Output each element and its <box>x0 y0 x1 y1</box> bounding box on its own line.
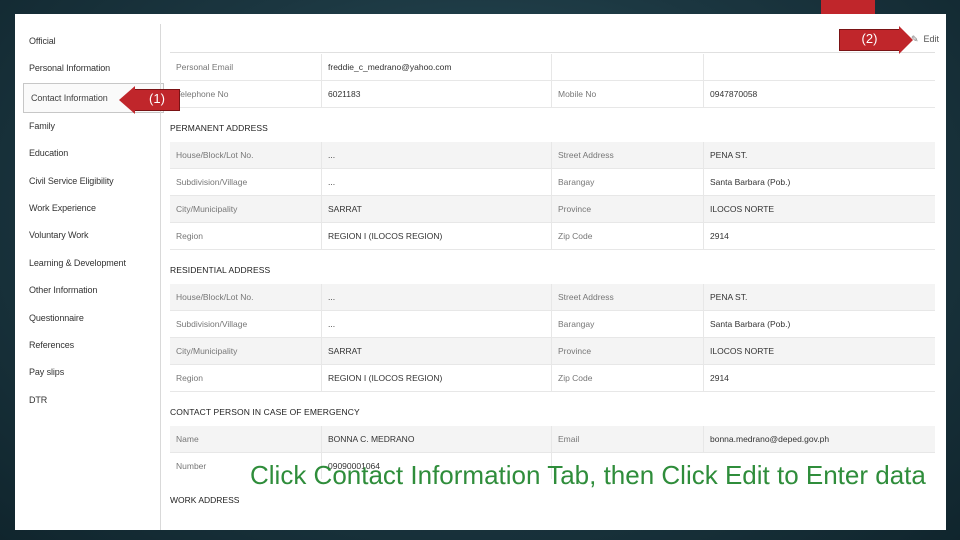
house-label: House/Block/Lot No. <box>170 142 322 168</box>
subdivision-value: ... <box>322 169 552 195</box>
mobile-value: 0947870058 <box>710 89 758 99</box>
sidebar-item-work-experience[interactable]: Work Experience <box>22 195 158 222</box>
sidebar-item-other-information[interactable]: Other Information <box>22 277 158 304</box>
telephone-value: 6021183 <box>322 81 552 107</box>
table-row: Name BONNA C. MEDRANO Email bonna.medran… <box>170 426 935 453</box>
telephone-label: Telephone No <box>170 81 322 107</box>
emergency-contact-title: CONTACT PERSON IN CASE OF EMERGENCY <box>170 407 360 417</box>
sidebar-item-learning-development[interactable]: Learning & Development <box>22 250 158 277</box>
region-label: Region <box>170 223 322 249</box>
table-row: Personal Email freddie_c_medrano@yahoo.c… <box>170 54 935 81</box>
residential-address-title: RESIDENTIAL ADDRESS <box>170 265 271 275</box>
street-label: Street Address <box>552 142 704 168</box>
house-value: ... <box>322 284 552 310</box>
street-value: PENA ST. <box>710 292 748 302</box>
sidebar-item-personal-information[interactable]: Personal Information <box>22 55 158 82</box>
street-value: PENA ST. <box>710 150 748 160</box>
region-value: REGION I (ILOCOS REGION) <box>322 365 552 391</box>
emergency-email-label: Email <box>552 426 704 452</box>
city-value: SARRAT <box>322 338 552 364</box>
zip-label: Zip Code <box>552 365 704 391</box>
table-row: Region REGION I (ILOCOS REGION) Zip Code… <box>170 365 935 392</box>
edit-label: Edit <box>923 34 940 44</box>
table-row: House/Block/Lot No. ... Street Address P… <box>170 284 935 311</box>
sidebar-item-official[interactable]: Official <box>22 28 158 55</box>
emergency-name-value: BONNA C. MEDRANO <box>322 426 552 452</box>
work-address-title: WORK ADDRESS <box>170 495 240 505</box>
province-label: Province <box>552 338 704 364</box>
subdivision-label: Subdivision/Village <box>170 169 322 195</box>
barangay-value: Santa Barbara (Pob.) <box>710 319 791 329</box>
personal-email-label: Personal Email <box>170 54 322 80</box>
barangay-value: Santa Barbara (Pob.) <box>710 177 791 187</box>
table-row: Subdivision/Village ... Barangay Santa B… <box>170 169 935 196</box>
sidebar-item-family[interactable]: Family <box>22 113 158 140</box>
emergency-email-value: bonna.medrano@deped.gov.ph <box>710 434 830 444</box>
table-row: Region REGION I (ILOCOS REGION) Zip Code… <box>170 223 935 250</box>
street-label: Street Address <box>552 284 704 310</box>
permanent-address-title: PERMANENT ADDRESS <box>170 123 268 133</box>
city-label: City/Municipality <box>170 338 322 364</box>
city-value: SARRAT <box>322 196 552 222</box>
callout-one-arrow: (1) <box>119 86 180 114</box>
sidebar-item-pay-slips[interactable]: Pay slips <box>22 359 158 386</box>
province-value: ILOCOS NORTE <box>710 346 775 356</box>
zip-label: Zip Code <box>552 223 704 249</box>
empty-label <box>552 54 704 80</box>
accent-bar <box>821 0 875 14</box>
subdivision-value: ... <box>322 311 552 337</box>
province-value: ILOCOS NORTE <box>710 204 775 214</box>
mobile-label: Mobile No <box>552 81 704 107</box>
city-label: City/Municipality <box>170 196 322 222</box>
table-row: City/Municipality SARRAT Province ILOCOS… <box>170 196 935 223</box>
sidebar-item-voluntary-work[interactable]: Voluntary Work <box>22 222 158 249</box>
sidebar-item-civil-service-eligibility[interactable]: Civil Service Eligibility <box>22 168 158 195</box>
zip-value: 2914 <box>710 231 729 241</box>
house-label: House/Block/Lot No. <box>170 284 322 310</box>
zip-value: 2914 <box>710 373 729 383</box>
region-value: REGION I (ILOCOS REGION) <box>322 223 552 249</box>
sidebar-item-dtr[interactable]: DTR <box>22 387 158 414</box>
sidebar-item-questionnaire[interactable]: Questionnaire <box>22 305 158 332</box>
header-divider <box>170 52 935 53</box>
table-row: Subdivision/Village ... Barangay Santa B… <box>170 311 935 338</box>
callout-two-arrow: (2) <box>839 26 913 54</box>
personal-email-value: freddie_c_medrano@yahoo.com <box>322 54 552 80</box>
instruction-caption: Click Contact Information Tab, then Clic… <box>250 460 926 490</box>
subdivision-label: Subdivision/Village <box>170 311 322 337</box>
house-value: ... <box>322 142 552 168</box>
edit-button[interactable]: ✎ Edit <box>911 34 939 45</box>
sidebar-item-references[interactable]: References <box>22 332 158 359</box>
barangay-label: Barangay <box>552 311 704 337</box>
sidebar-item-education[interactable]: Education <box>22 140 158 167</box>
barangay-label: Barangay <box>552 169 704 195</box>
sidebar: Official Personal Information Contact In… <box>22 28 164 414</box>
table-row: Telephone No 6021183 Mobile No 094787005… <box>170 81 935 108</box>
table-row: City/Municipality SARRAT Province ILOCOS… <box>170 338 935 365</box>
table-row: House/Block/Lot No. ... Street Address P… <box>170 142 935 169</box>
region-label: Region <box>170 365 322 391</box>
empty-value <box>704 54 935 80</box>
province-label: Province <box>552 196 704 222</box>
emergency-name-label: Name <box>170 426 322 452</box>
